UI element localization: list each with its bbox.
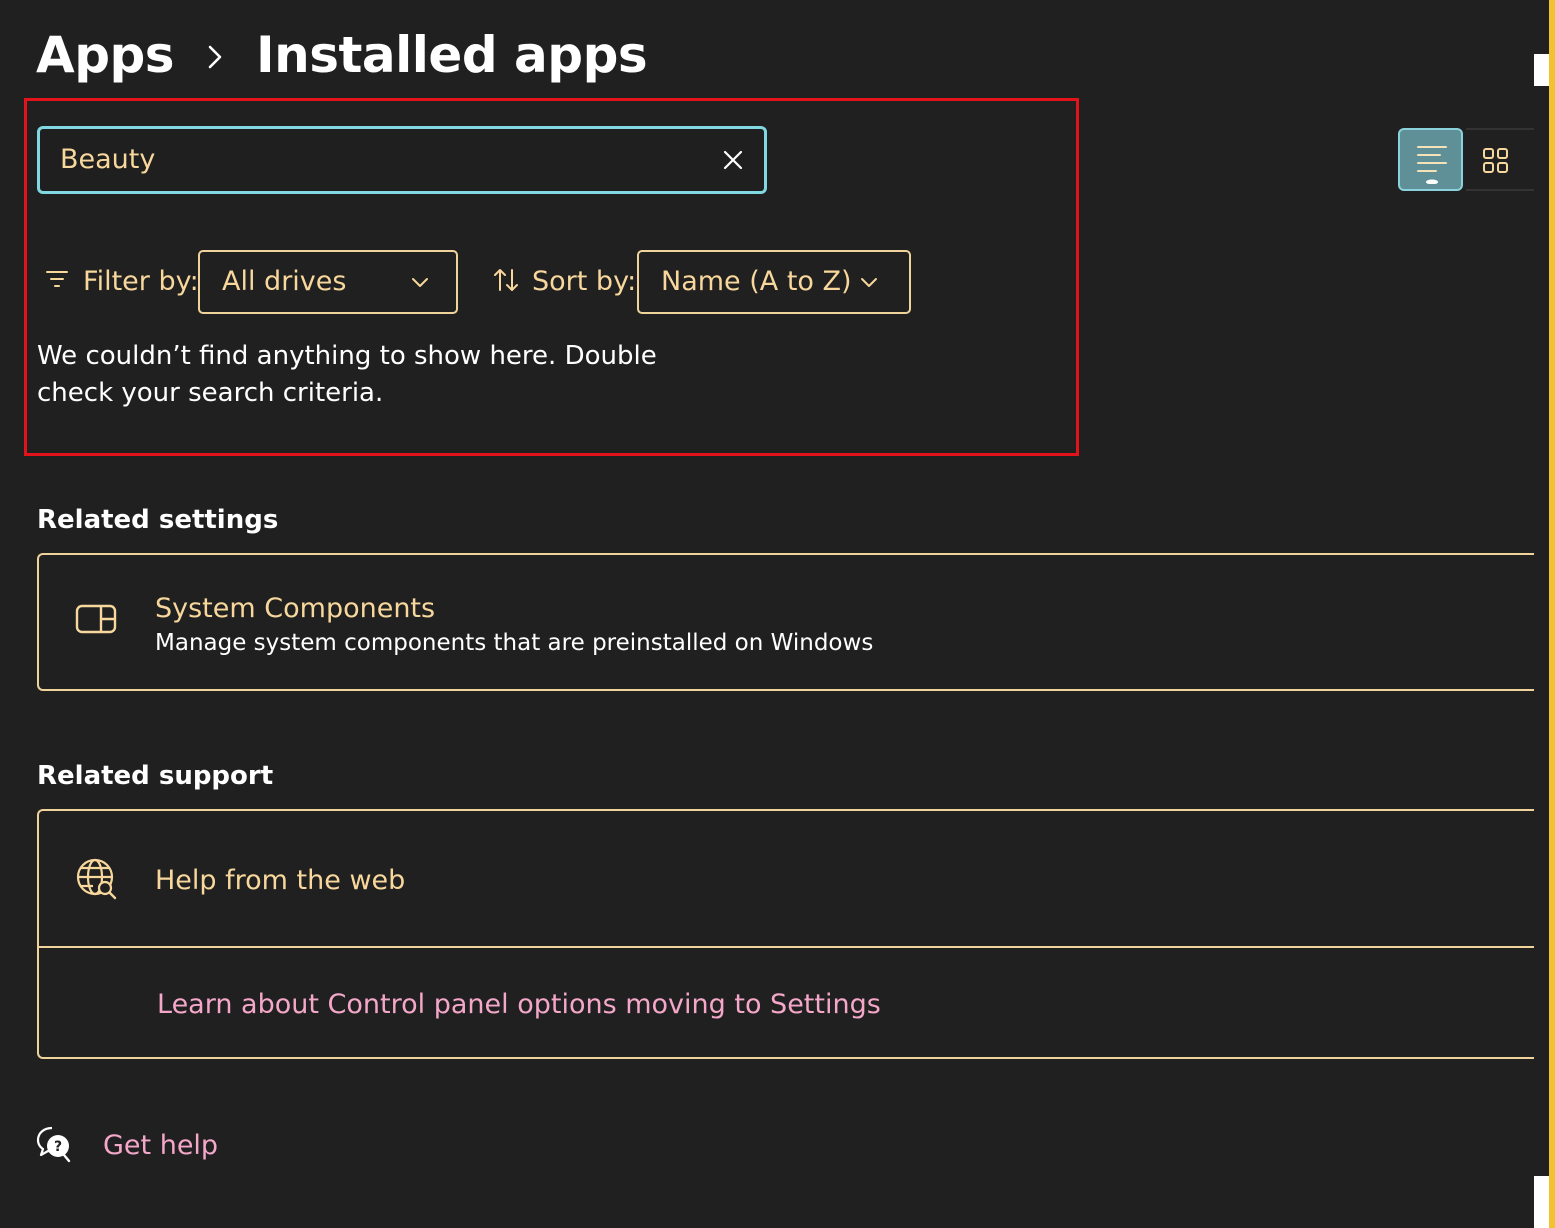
list-view-button[interactable]: [1398, 128, 1463, 191]
system-components-title: System Components: [155, 593, 436, 624]
chevron-down-icon: [859, 272, 879, 296]
svg-text:?: ?: [54, 1139, 62, 1155]
control-panel-link[interactable]: Learn about Control panel options moving…: [157, 987, 881, 1023]
related-support-heading: Related support: [37, 761, 274, 791]
breadcrumb: Apps Installed apps: [36, 22, 648, 88]
search-input-value[interactable]: Beauty: [60, 129, 155, 191]
search-input[interactable]: Beauty: [37, 126, 767, 194]
page-title: Installed apps: [256, 26, 648, 84]
help-chat-icon: ?: [36, 1124, 72, 1168]
get-help-link[interactable]: Get help: [103, 1128, 218, 1164]
close-icon[interactable]: [720, 147, 746, 173]
empty-results-message: We couldn’t find anything to show here. …: [37, 341, 657, 408]
sort-selected-value: Name (A to Z): [661, 266, 852, 297]
system-components-card[interactable]: System Components Manage system componen…: [37, 553, 1535, 691]
grid-view-icon: [1482, 147, 1510, 179]
related-support-card: Help from the web Learn about Control pa…: [37, 809, 1535, 1059]
adjacent-window-edge: [1534, 0, 1555, 1228]
sort-dropdown[interactable]: Name (A to Z): [637, 250, 911, 314]
related-settings-heading: Related settings: [37, 505, 279, 535]
filter-dropdown[interactable]: All drives: [198, 250, 458, 314]
filter-label: Filter by:: [83, 266, 199, 297]
chevron-right-icon: [174, 40, 256, 70]
card-divider: [39, 946, 1535, 948]
help-from-web-row[interactable]: Help from the web: [39, 811, 1535, 946]
filter-icon: [44, 268, 70, 294]
system-components-description: Manage system components that are preins…: [155, 630, 874, 656]
settings-page: Apps Installed apps Beauty Filter by: Al…: [0, 0, 1555, 1228]
sort-icon: [492, 266, 520, 298]
grid-view-button[interactable]: [1466, 128, 1534, 191]
filter-selected-value: All drives: [222, 266, 347, 297]
breadcrumb-apps[interactable]: Apps: [36, 22, 175, 88]
list-view-icon: [1416, 144, 1448, 188]
chevron-down-icon: [410, 272, 430, 296]
system-components-icon: [75, 603, 117, 639]
sort-label: Sort by:: [532, 266, 637, 297]
help-from-web-title: Help from the web: [155, 865, 406, 896]
globe-search-icon: [75, 857, 119, 905]
window-accent-border: [1549, 0, 1555, 1228]
